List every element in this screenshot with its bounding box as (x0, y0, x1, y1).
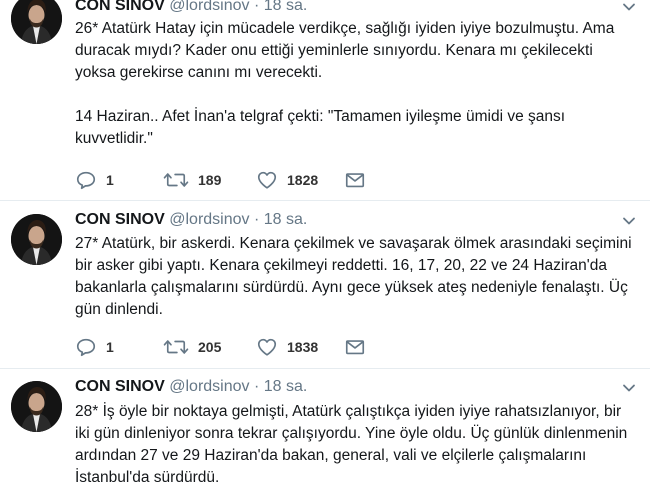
tweet-header: CON SINOV @lordsinov · 18 sa. (75, 210, 307, 230)
author-name[interactable]: CON SINOV (75, 0, 165, 14)
retweet-button[interactable]: 189 (163, 169, 221, 191)
retweet-count: 205 (198, 339, 222, 355)
separator-dot: · (253, 0, 260, 14)
like-button[interactable]: 1828 (256, 169, 318, 191)
direct-message-button[interactable] (344, 169, 366, 191)
divider (0, 200, 650, 201)
timestamp[interactable]: 18 sa. (264, 0, 308, 14)
reply-button[interactable]: 1 (75, 336, 114, 358)
author-handle[interactable]: @lordsinov (169, 378, 249, 395)
tweet-text: 26* Atatürk Hatay için mücadele verdikçe… (75, 20, 615, 147)
author-name[interactable]: CON SINOV (75, 378, 165, 395)
author-handle[interactable]: @lordsinov (169, 211, 249, 228)
heart-icon (256, 169, 278, 191)
separator-dot: · (253, 378, 260, 395)
avatar-image (11, 381, 62, 432)
reply-count: 1 (106, 172, 114, 188)
retweet-count: 189 (198, 172, 222, 188)
chevron-down-icon[interactable] (620, 212, 638, 230)
direct-message-button[interactable] (344, 336, 366, 358)
tweet[interactable]: CON SINOV @lordsinov · 18 sa. 26* Atatür… (0, 0, 650, 193)
author-name[interactable]: CON SINOV (75, 211, 165, 228)
like-button[interactable]: 1838 (256, 336, 318, 358)
tweet[interactable]: CON SINOV @lordsinov · 18 sa. 27* Atatür… (0, 210, 650, 365)
reply-button[interactable]: 1 (75, 169, 114, 191)
tweet-header: CON SINOV @lordsinov · 18 sa. (75, 0, 307, 16)
chevron-down-icon[interactable] (620, 379, 638, 397)
tweet-header: CON SINOV @lordsinov · 18 sa. (75, 377, 307, 397)
retweet-button[interactable]: 205 (163, 336, 221, 358)
like-count: 1828 (287, 172, 319, 188)
avatar[interactable] (11, 0, 62, 44)
envelope-icon (344, 336, 366, 358)
tweet-text: 28* İş öyle bir noktaya gelmişti, Atatür… (75, 403, 628, 486)
separator-dot: · (253, 211, 260, 228)
avatar-image (11, 214, 62, 265)
avatar-image (11, 0, 62, 44)
like-count: 1838 (287, 339, 319, 355)
retweet-icon (163, 336, 189, 358)
timestamp[interactable]: 18 sa. (264, 211, 308, 228)
reply-count: 1 (106, 339, 114, 355)
avatar[interactable] (11, 381, 62, 432)
reply-icon (75, 336, 97, 358)
chevron-down-icon[interactable] (620, 0, 638, 16)
tweet[interactable]: CON SINOV @lordsinov · 18 sa. 28* İş öyl… (0, 377, 650, 495)
avatar[interactable] (11, 214, 62, 265)
author-handle[interactable]: @lordsinov (169, 0, 249, 14)
timestamp[interactable]: 18 sa. (264, 378, 308, 395)
tweet-text: 27* Atatürk, bir askerdi. Kenara çekilme… (75, 235, 632, 318)
envelope-icon (344, 169, 366, 191)
retweet-icon (163, 169, 189, 191)
reply-icon (75, 169, 97, 191)
divider (0, 368, 650, 369)
heart-icon (256, 336, 278, 358)
